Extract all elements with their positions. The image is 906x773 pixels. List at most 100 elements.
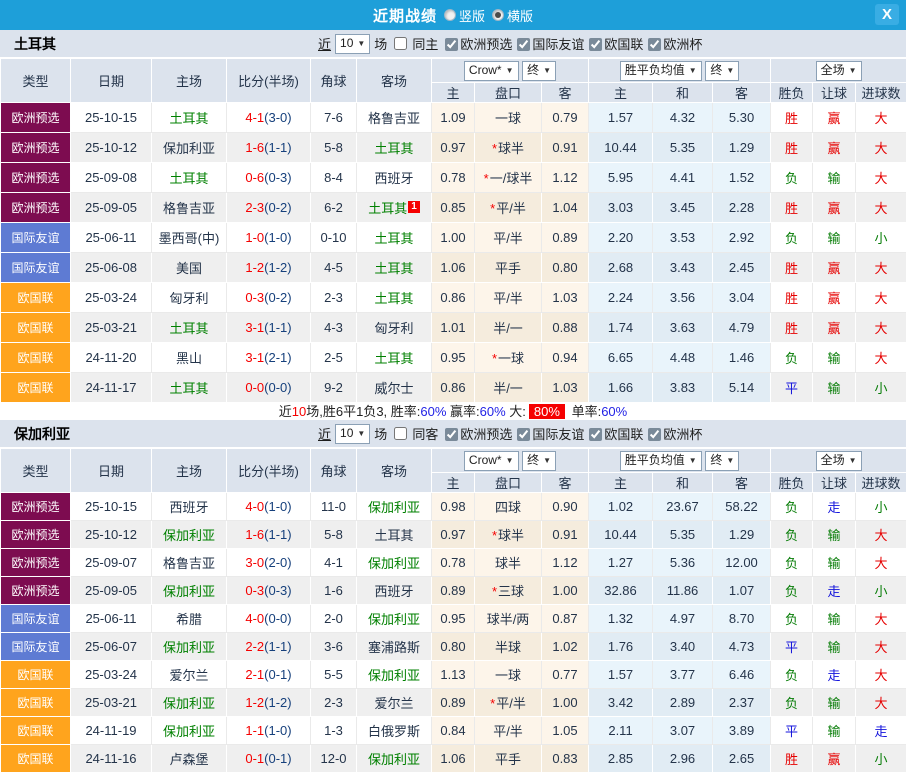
- cell-corners: 5-5: [311, 661, 357, 689]
- mean-select[interactable]: 胜平负均值: [620, 61, 702, 81]
- halftime-score: (3-0): [264, 110, 291, 125]
- competition-label: 欧国联: [604, 37, 643, 52]
- summary-part: 60%: [480, 404, 506, 419]
- cell-away-team: 格鲁吉亚: [357, 103, 432, 133]
- cell-score: 1-6(1-1): [227, 133, 311, 163]
- same-side-checkbox[interactable]: [394, 37, 407, 50]
- cell-away-team: 土耳其1: [357, 193, 432, 223]
- layout-radio-vertical[interactable]: 竖版: [444, 6, 485, 25]
- cell-odds-home: 0.97: [432, 521, 475, 549]
- handicap-changed-star: *: [492, 351, 497, 366]
- radio-unselected-icon[interactable]: [444, 9, 456, 21]
- home-team-name: 格鲁吉亚: [163, 201, 215, 216]
- cell-goals-result: 大: [856, 193, 906, 223]
- cell-mean-home: 1.32: [589, 605, 653, 633]
- cell-handicap-result: 输: [813, 223, 856, 253]
- away-team-name: 土耳其: [368, 201, 407, 216]
- odds-source-select[interactable]: Crow*: [464, 451, 519, 471]
- same-side-checkbox[interactable]: [394, 427, 407, 440]
- match-row: 欧国联25-03-24爱尔兰2-1(0-1)5-5保加利亚1.13一球0.771…: [1, 661, 906, 689]
- competition-checkbox-0[interactable]: [445, 428, 458, 441]
- cell-handicap: 平/半: [475, 283, 542, 313]
- cell-home-team: 卢森堡: [152, 745, 227, 773]
- cell-odds-away: 1.05: [542, 717, 589, 745]
- away-team-name: 塞浦路斯: [368, 640, 420, 655]
- cell-odds-away: 1.00: [542, 689, 589, 717]
- cell-mean-draw: 5.35: [653, 521, 713, 549]
- col-header-score: 比分(半场): [227, 59, 311, 103]
- section-team-title: 保加利亚: [14, 424, 70, 444]
- close-button[interactable]: X: [875, 4, 899, 25]
- cell-mean-draw: 2.89: [653, 689, 713, 717]
- competition-checkbox-0[interactable]: [445, 38, 458, 51]
- sub-header-result: 胜负: [771, 473, 813, 493]
- halftime-score: (1-1): [264, 320, 291, 335]
- cell-corners: 12-0: [311, 745, 357, 773]
- competition-label: 欧洲预选: [460, 427, 512, 442]
- cell-odds-away: 1.12: [542, 163, 589, 193]
- cell-result: 负: [771, 689, 813, 717]
- scope-select[interactable]: 全场: [816, 61, 862, 81]
- odds-final-select[interactable]: 终: [522, 451, 556, 471]
- near-label[interactable]: 近: [318, 34, 331, 53]
- home-team-name: 保加利亚: [163, 724, 215, 739]
- cell-date: 25-03-21: [71, 689, 152, 717]
- summary-part: 单率:: [568, 404, 601, 419]
- away-team-name: 匈牙利: [374, 321, 413, 336]
- cell-type: 国际友谊: [1, 253, 71, 283]
- scope-select[interactable]: 全场: [816, 451, 862, 471]
- cell-away-team: 塞浦路斯: [357, 633, 432, 661]
- cell-result: 胜: [771, 103, 813, 133]
- competition-checkbox-1[interactable]: [517, 428, 530, 441]
- recent-count-select[interactable]: 10: [335, 424, 370, 444]
- cell-home-team: 美国: [152, 253, 227, 283]
- cell-odds-away: 1.03: [542, 373, 589, 403]
- cell-odds-away: 0.88: [542, 313, 589, 343]
- cell-odds-home: 0.95: [432, 343, 475, 373]
- odds-final-select[interactable]: 终: [522, 61, 556, 81]
- cell-corners: 1-6: [311, 577, 357, 605]
- cell-goals-result: 小: [856, 223, 906, 253]
- cell-handicap-result: 赢: [813, 103, 856, 133]
- match-row: 欧国联24-11-20黑山3-1(2-1)2-5土耳其0.95*一球0.946.…: [1, 343, 906, 373]
- mean-final-select[interactable]: 终: [705, 61, 739, 81]
- cell-mean-home: 10.44: [589, 521, 653, 549]
- radio-selected-icon[interactable]: [492, 9, 504, 21]
- layout-radio-horizontal[interactable]: 横版: [492, 6, 533, 25]
- cell-handicap-result: 输: [813, 373, 856, 403]
- cell-mean-draw: 3.63: [653, 313, 713, 343]
- cell-handicap: 平手: [475, 253, 542, 283]
- cell-mean-away: 58.22: [713, 493, 771, 521]
- near-label[interactable]: 近: [318, 424, 331, 443]
- cell-date: 25-09-05: [71, 577, 152, 605]
- cell-odds-away: 0.79: [542, 103, 589, 133]
- cell-score: 4-0(0-0): [227, 605, 311, 633]
- cell-odds-away: 1.04: [542, 193, 589, 223]
- home-team-name: 希腊: [176, 612, 202, 627]
- competition-checkbox-2[interactable]: [589, 428, 602, 441]
- mean-final-select[interactable]: 终: [705, 451, 739, 471]
- cell-handicap: 半/一: [475, 313, 542, 343]
- red-card-badge: 1: [408, 201, 420, 213]
- handicap-changed-star: *: [492, 584, 497, 599]
- cell-away-team: 保加利亚: [357, 605, 432, 633]
- recent-count-select[interactable]: 10: [335, 34, 370, 54]
- cell-home-team: 匈牙利: [152, 283, 227, 313]
- fulltime-score: 4-0: [245, 611, 264, 626]
- cell-mean-home: 6.65: [589, 343, 653, 373]
- odds-source-select[interactable]: Crow*: [464, 61, 519, 81]
- cell-result: 负: [771, 549, 813, 577]
- halftime-score: (0-0): [264, 380, 291, 395]
- competition-checkbox-3[interactable]: [648, 38, 661, 51]
- competition-checkbox-1[interactable]: [517, 38, 530, 51]
- cell-goals-result: 大: [856, 689, 906, 717]
- competition-checkbox-3[interactable]: [648, 428, 661, 441]
- handicap-changed-star: *: [490, 696, 495, 711]
- cell-handicap-result: 赢: [813, 253, 856, 283]
- cell-home-team: 墨西哥(中): [152, 223, 227, 253]
- cell-handicap-result: 输: [813, 689, 856, 717]
- cell-score: 4-0(1-0): [227, 493, 311, 521]
- mean-select[interactable]: 胜平负均值: [620, 451, 702, 471]
- competition-checkbox-2[interactable]: [589, 38, 602, 51]
- cell-odds-home: 0.86: [432, 283, 475, 313]
